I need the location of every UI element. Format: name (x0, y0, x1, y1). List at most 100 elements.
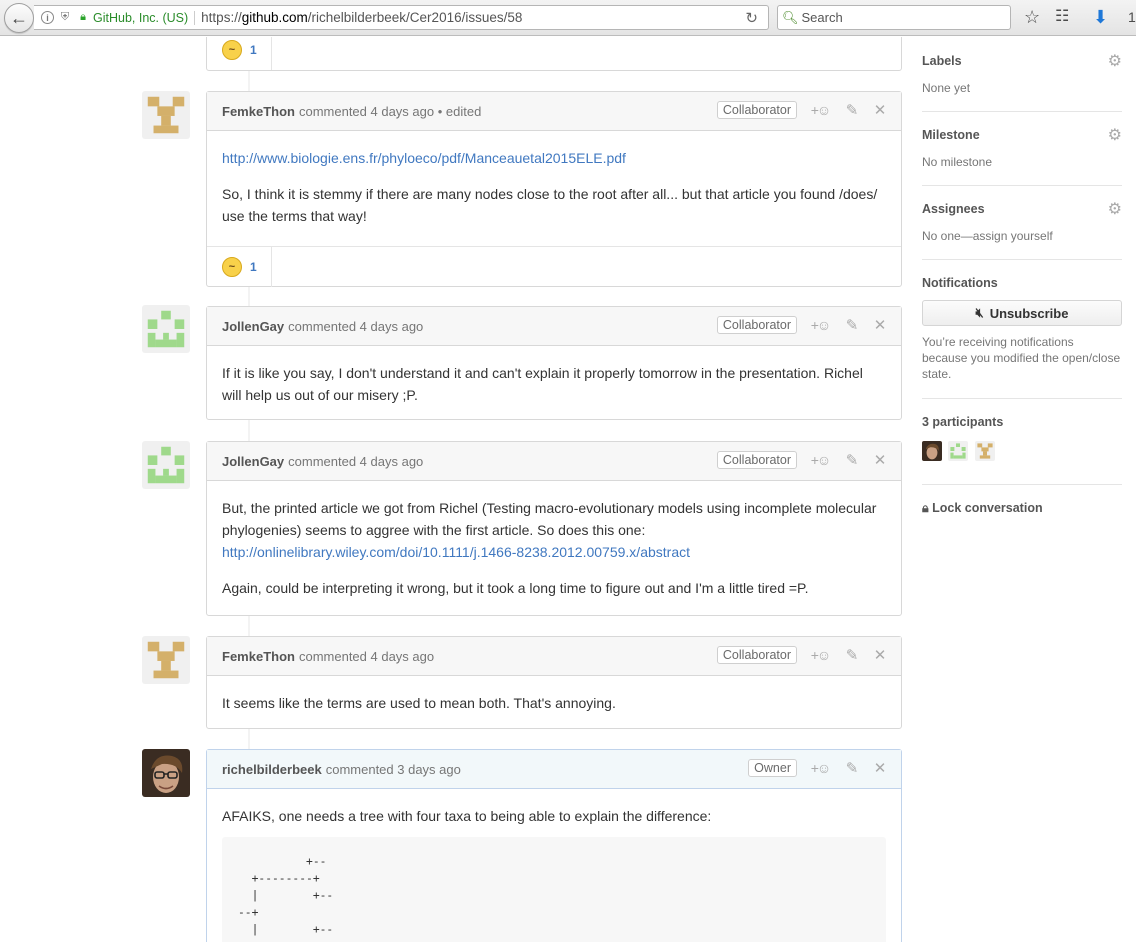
assignees-section: Assignees ⚙ No one—assign yourself (922, 186, 1122, 260)
comment-meta[interactable]: commented 4 days ago (299, 649, 434, 664)
labels-gear-icon[interactable]: ⚙ (1108, 51, 1122, 71)
labels-section: Labels ⚙ None yet (922, 37, 1122, 112)
overflow-icon[interactable]: 1 (1128, 6, 1136, 28)
edit-pencil-icon[interactable]: ✎ (843, 759, 861, 777)
participant-avatar[interactable] (974, 441, 995, 461)
identicon-icon (948, 441, 969, 461)
comment-meta[interactable]: commented 4 days ago • edited (299, 104, 481, 119)
identicon-icon (974, 441, 995, 461)
identicon-icon (142, 441, 190, 489)
lock-conversation-link[interactable]: 🔒︎ Lock conversation (922, 485, 1122, 516)
avatar[interactable] (142, 749, 190, 797)
url-text[interactable]: https://github.com/richelbilderbeek/Cer2… (201, 10, 522, 25)
reading-list-icon[interactable]: ☷ (1055, 6, 1069, 28)
role-badge: Owner (748, 759, 797, 777)
author-link[interactable]: JollenGay (222, 454, 284, 469)
user-photo-icon (142, 749, 190, 797)
avatar[interactable] (142, 441, 190, 489)
author-link[interactable]: JollenGay (222, 319, 284, 334)
browser-toolbar: ← i ⛨ 🔒︎ GitHub, Inc. (US) https://githu… (0, 0, 1136, 36)
labels-value: None yet (922, 81, 971, 95)
delete-x-icon[interactable]: ✕ (871, 646, 889, 664)
unsubscribe-button[interactable]: 🔇︎ Unsubscribe (922, 300, 1122, 326)
notifications-text: You’re receiving notifications because y… (922, 335, 1121, 381)
reactions-bar: ~ 1 (207, 37, 901, 70)
bookmark-star-icon[interactable]: ☆ (1024, 6, 1040, 28)
search-icon: 🔍︎ (782, 9, 799, 25)
edit-pencil-icon[interactable]: ✎ (843, 101, 861, 119)
comment-text: It seems like the terms are used to mean… (222, 695, 616, 711)
comment-header: richelbilderbeek commented 3 days ago Ow… (207, 750, 901, 789)
comment-actions: Collaborator +☺ ✎ ✕ (716, 646, 889, 664)
comment-body: http://www.biologie.ens.fr/phyloeco/pdf/… (207, 131, 901, 246)
url-path: /richelbilderbeek/Cer2016/issues/58 (307, 10, 523, 25)
back-button[interactable]: ← (4, 3, 34, 33)
comment-text: But, the printed article we got from Ric… (222, 500, 877, 538)
participants-section: 3 participants (922, 399, 1122, 485)
site-identity[interactable]: GitHub, Inc. (US) (93, 10, 196, 25)
add-reaction-icon[interactable]: +☺ (807, 760, 833, 776)
labels-title: Labels (922, 54, 962, 68)
author-link[interactable]: richelbilderbeek (222, 762, 322, 777)
comment-body: It seems like the terms are used to mean… (207, 676, 901, 738)
back-arrow-icon: ← (10, 7, 28, 28)
comment-actions: Collaborator +☺ ✎ ✕ (716, 451, 889, 469)
participant-avatar[interactable] (922, 441, 942, 461)
article-link[interactable]: http://onlinelibrary.wiley.com/doi/10.11… (222, 544, 690, 560)
avatar[interactable] (142, 91, 190, 139)
add-reaction-icon[interactable]: +☺ (807, 452, 833, 468)
identicon-icon (142, 91, 190, 139)
shield-icon[interactable]: ⛨ (58, 11, 72, 25)
confused-reaction-button[interactable]: ~ 1 (207, 37, 272, 70)
edit-pencil-icon[interactable]: ✎ (843, 646, 861, 664)
article-link[interactable]: http://www.biologie.ens.fr/phyloeco/pdf/… (222, 150, 626, 166)
delete-x-icon[interactable]: ✕ (871, 451, 889, 469)
milestone-gear-icon[interactable]: ⚙ (1108, 125, 1122, 145)
search-placeholder: Search (801, 10, 843, 25)
add-reaction-icon[interactable]: +☺ (807, 317, 833, 333)
edit-pencil-icon[interactable]: ✎ (843, 316, 861, 334)
comment: FemkeThon commented 4 days ago • edited … (206, 91, 902, 287)
code-block: +-- +--------+ | +-- --+ | +-- (222, 837, 886, 942)
info-icon[interactable]: i (41, 11, 54, 24)
comment-header: JollenGay commented 4 days ago Collabora… (207, 307, 901, 346)
add-reaction-icon[interactable]: +☺ (807, 102, 833, 118)
edit-pencil-icon[interactable]: ✎ (843, 451, 861, 469)
delete-x-icon[interactable]: ✕ (871, 101, 889, 119)
reload-icon[interactable]: ↻ (745, 9, 758, 27)
assignees-gear-icon[interactable]: ⚙ (1108, 199, 1122, 219)
avatar[interactable] (142, 305, 190, 353)
role-badge: Collaborator (716, 451, 797, 469)
comment-meta[interactable]: commented 3 days ago (326, 762, 461, 777)
role-badge: Collaborator (716, 316, 797, 334)
comment-meta[interactable]: commented 4 days ago (288, 454, 423, 469)
comment-header: FemkeThon commented 4 days ago • edited … (207, 92, 901, 131)
delete-x-icon[interactable]: ✕ (871, 759, 889, 777)
assignees-title: Assignees (922, 202, 985, 216)
url-prefix: https:// (201, 10, 242, 25)
delete-x-icon[interactable]: ✕ (871, 316, 889, 334)
notifications-section: Notifications 🔇︎ Unsubscribe You’re rece… (922, 260, 1122, 399)
add-reaction-icon[interactable]: +☺ (807, 647, 833, 663)
confused-emoji-icon: ~ (222, 256, 242, 277)
participants-title: 3 participants (922, 415, 1004, 429)
comment-actions: Owner +☺ ✎ ✕ (748, 759, 889, 777)
author-link[interactable]: FemkeThon (222, 649, 295, 664)
comment-actions: Collaborator +☺ ✎ ✕ (716, 101, 889, 119)
participant-avatar[interactable] (948, 441, 969, 461)
mute-icon: 🔇︎ (975, 305, 984, 320)
confused-reaction-button[interactable]: ~ 1 (207, 246, 272, 287)
address-bar[interactable]: i ⛨ 🔒︎ GitHub, Inc. (US) https://github.… (34, 5, 769, 30)
url-domain: github.com (241, 10, 308, 25)
assignees-value[interactable]: No one—assign yourself (922, 229, 1122, 243)
avatar[interactable] (142, 636, 190, 684)
comment-body: But, the printed article we got from Ric… (207, 481, 901, 623)
milestone-value: No milestone (922, 155, 993, 169)
lock-icon: 🔒︎ (922, 501, 929, 515)
author-link[interactable]: FemkeThon (222, 104, 295, 119)
comment-text: Again, could be interpreting it wrong, b… (222, 580, 809, 596)
search-input[interactable]: 🔍︎ Search (777, 5, 1011, 30)
download-icon[interactable]: ⬇ (1093, 6, 1108, 28)
comment-meta[interactable]: commented 4 days ago (288, 319, 423, 334)
previous-comment: ~ 1 (206, 37, 902, 71)
